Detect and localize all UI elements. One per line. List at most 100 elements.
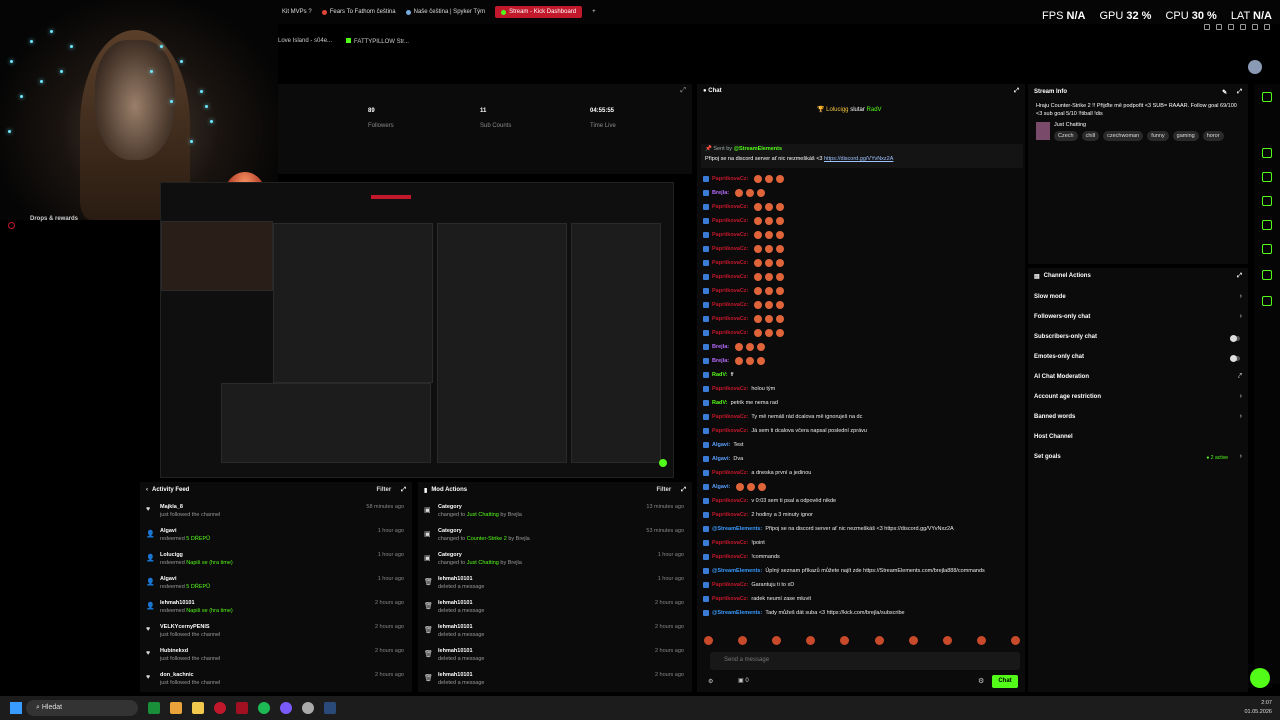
chat-message[interactable]: RadV: ff xyxy=(703,368,1019,382)
chat-username[interactable]: PapriikovaCz: xyxy=(712,288,748,294)
menu-icon[interactable] xyxy=(1264,24,1270,30)
settings-icon[interactable]: ⚙ xyxy=(978,677,984,685)
points-counter[interactable]: ▣ 0 xyxy=(738,677,749,684)
chat-message[interactable]: PapriikovaCz: xyxy=(703,256,1019,270)
spotify-icon[interactable] xyxy=(258,702,270,714)
chat-username[interactable]: PapriikovaCz: xyxy=(712,274,748,280)
chat-message[interactable]: RadV: petrik me nema rad xyxy=(703,396,1019,410)
list-item[interactable]: 🗑 lehmah10101 deleted a message 2 hours ag… xyxy=(418,598,692,622)
list-item[interactable]: 👤 Lolucigg redeemed Napiš se (hra time) 1 h… xyxy=(140,550,412,574)
taskbar-clock[interactable]: 2:07 01.05.2026 xyxy=(1244,699,1272,717)
chat-send-button[interactable]: Chat xyxy=(992,675,1018,688)
chat-username[interactable]: Algavi: xyxy=(712,484,730,490)
chat-username[interactable]: RadV: xyxy=(712,372,728,378)
chat-message[interactable]: PapriikovaCz: xyxy=(703,326,1019,340)
chat-username[interactable]: PapriikovaCz: xyxy=(712,596,748,602)
xbox-icon[interactable] xyxy=(148,702,160,714)
chat-message[interactable]: Brejla: xyxy=(703,340,1019,354)
chat-message[interactable]: Brejla: xyxy=(703,186,1019,200)
profile-icon[interactable] xyxy=(1252,24,1258,30)
chat-username[interactable]: Brejla: xyxy=(712,190,729,196)
chat-message[interactable]: PapriikovaCz: Ty mě nemáš rád dcalova mě … xyxy=(703,410,1019,424)
expand-icon[interactable]: ⤢ xyxy=(680,87,686,95)
toggle-switch[interactable] xyxy=(1230,355,1240,362)
chat-username[interactable]: @StreamElements: xyxy=(712,610,762,616)
chat-message[interactable]: PapriikovaCz: Já sem ti dcalova včera nap… xyxy=(703,424,1019,438)
expand-icon[interactable]: ⤢ xyxy=(681,487,686,494)
tab-nase-cestiny[interactable]: Naše čeština | Spyker Tým xyxy=(405,9,485,15)
chat-username[interactable]: RadV: xyxy=(712,400,728,406)
chat-message[interactable]: PapriikovaCz: Garantuju ti to xD xyxy=(703,578,1019,592)
stream-tag[interactable]: gaming xyxy=(1172,131,1199,141)
chat-input[interactable]: Send a message xyxy=(710,652,1020,670)
list-item[interactable]: 👤 lehmah10101 redeemed Napiš se (hra time)… xyxy=(140,598,412,622)
chat-message[interactable]: PapriikovaCz: !point xyxy=(703,536,1019,550)
chat-message[interactable]: PapriikovaCz: holou tým xyxy=(703,382,1019,396)
chat-message[interactable]: Brejla: xyxy=(703,354,1019,368)
chat-message[interactable]: PapriikovaCz: xyxy=(703,214,1019,228)
settings-icon[interactable] xyxy=(1240,24,1246,30)
chat-message[interactable]: PapriikovaCz: radek neumí zase mluvit xyxy=(703,592,1019,606)
rail-bolt-icon[interactable] xyxy=(1262,172,1272,182)
mod-filter-button[interactable]: Filter xyxy=(657,487,672,493)
chat-username[interactable]: Algavi: xyxy=(712,442,730,448)
stream-tag[interactable]: czechwoman xyxy=(1103,131,1144,141)
channel-action-emotes-only-chat[interactable]: Emotes-only chat xyxy=(1034,354,1084,360)
list-item[interactable]: 👤 Algavi redeemed 5 DŘEPŮ 1 hour ago xyxy=(140,574,412,598)
rail-stream-icon[interactable] xyxy=(1262,148,1272,158)
chat-message[interactable]: PapriikovaCz: xyxy=(703,284,1019,298)
rail-home-icon[interactable] xyxy=(1262,92,1272,102)
windows-start-icon[interactable] xyxy=(10,702,22,714)
chevron-right-icon[interactable]: › xyxy=(1240,313,1242,320)
explorer-icon[interactable] xyxy=(192,702,204,714)
chat-username[interactable]: PapriikovaCz: xyxy=(712,302,748,308)
expand-icon[interactable]: ⤢ xyxy=(1237,273,1242,280)
channel-action-subscribers-only-chat[interactable]: Subscribers-only chat xyxy=(1034,334,1097,340)
chat-message[interactable]: Algavi: Test xyxy=(703,438,1019,452)
chat-message[interactable]: PapriikovaCz: xyxy=(703,228,1019,242)
zoom-icon[interactable] xyxy=(1204,24,1210,30)
chat-username[interactable]: PapriikovaCz: xyxy=(712,540,748,546)
chat-username[interactable]: Algavi: xyxy=(712,456,730,462)
chat-message[interactable]: PapriikovaCz: xyxy=(703,200,1019,214)
kick-fab-icon[interactable] xyxy=(1250,668,1270,688)
collapse-icon[interactable]: ▮ xyxy=(424,487,427,494)
chat-message[interactable]: PapriikovaCz: xyxy=(703,298,1019,312)
chat-message[interactable]: @StreamElements: Úplný seznam příkazů můž… xyxy=(703,564,1019,578)
chat-username[interactable]: PapriikovaCz: xyxy=(712,330,748,336)
bookmark-fattypillow[interactable]: FATTYPILLOW Str... xyxy=(346,38,409,45)
list-item[interactable]: ♥ Majkla_8 just followed the channel 58 mi… xyxy=(140,502,412,526)
rail-code-icon[interactable] xyxy=(1262,244,1272,254)
obs-icon[interactable] xyxy=(302,702,314,714)
pinned-message[interactable]: 📌 Sent by @StreamElements Připoj se na d… xyxy=(701,144,1023,168)
collapse-icon[interactable]: ‹ xyxy=(146,487,148,493)
expand-icon[interactable]: ⤢ xyxy=(401,487,406,494)
chat-message[interactable]: PapriikovaCz: xyxy=(703,242,1019,256)
emote-icon[interactable] xyxy=(840,636,850,645)
chat-message[interactable]: PapriikovaCz: 2 hodiny a 3 minuty ignor xyxy=(703,508,1019,522)
chat-username[interactable]: PapriikovaCz: xyxy=(712,316,748,322)
chat-message[interactable]: Algavi: Dva xyxy=(703,452,1019,466)
stream-tag[interactable]: chill xyxy=(1081,131,1100,141)
channel-action-slow-mode[interactable]: Slow mode xyxy=(1034,294,1066,300)
sidebar-drops-rewards[interactable]: Drops & rewards xyxy=(30,216,78,222)
list-item[interactable]: 🗑 lehmah10101 deleted a message 2 hours ag… xyxy=(418,670,692,694)
chat-username[interactable]: PapriikovaCz: xyxy=(712,204,748,210)
tab-kick-dashboard[interactable]: Stream - Kick Dashboard xyxy=(495,6,583,18)
chevron-right-icon[interactable]: › xyxy=(1240,293,1242,300)
chat-leaderboard[interactable]: 🏆 Lolucigg slutar RadV xyxy=(817,106,882,113)
chat-message[interactable]: PapriikovaCz: !commands xyxy=(703,550,1019,564)
emote-icon[interactable] xyxy=(806,636,816,645)
chat-username[interactable]: PapriikovaCz: xyxy=(712,470,748,476)
emote-icon[interactable] xyxy=(908,636,918,645)
chat-username[interactable]: PapriikovaCz: xyxy=(712,246,748,252)
chat-username[interactable]: PapriikovaCz: xyxy=(712,260,748,266)
chat-username[interactable]: PapriikovaCz: xyxy=(712,428,748,434)
rail-tool-icon[interactable] xyxy=(1262,296,1272,306)
chat-message[interactable]: PapriikovaCz: xyxy=(703,312,1019,326)
list-item[interactable]: ▣ Category changed to Counter-Strike 2 by … xyxy=(418,526,692,550)
opera-icon[interactable] xyxy=(214,702,226,714)
expand-icon[interactable]: ⤢ xyxy=(1237,89,1242,96)
stream-tag[interactable]: horor xyxy=(1202,131,1224,141)
list-item[interactable]: ♥ VELKYcernyPENIS just followed the channe… xyxy=(140,622,412,646)
